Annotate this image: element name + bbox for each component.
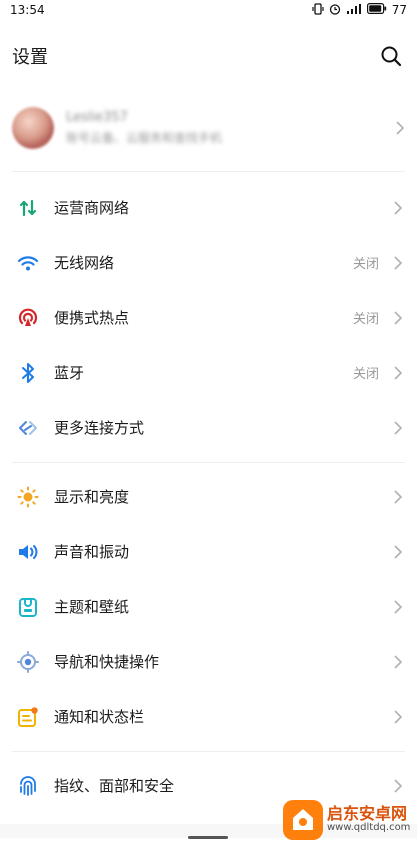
- settings-row-mobile-network[interactable]: 运营商网络: [0, 180, 417, 235]
- wifi-icon: [16, 251, 40, 275]
- chevron-right-icon: [393, 599, 403, 614]
- page-header: 设置: [0, 36, 417, 76]
- sound-icon: [16, 540, 40, 564]
- profile-name: Leslie357: [66, 110, 128, 125]
- row-value: 关闭: [352, 257, 379, 272]
- more-connections-icon: [16, 416, 40, 440]
- settings-row-more-connections[interactable]: 更多连接方式: [0, 400, 417, 455]
- chevron-right-icon: [393, 255, 403, 270]
- row-label: 蓝牙: [54, 364, 85, 382]
- avatar: [12, 107, 54, 149]
- notification-icon: [16, 705, 40, 729]
- chevron-right-icon: [393, 489, 403, 504]
- watermark-url: www.qdltdq.com: [327, 822, 411, 834]
- mobile-network-icon: [16, 196, 40, 220]
- row-label: 显示和亮度: [54, 488, 130, 506]
- profile-subtitle: 账号云备、云服务和查找手机: [66, 131, 223, 145]
- chevron-right-icon: [393, 365, 403, 380]
- chevron-right-icon: [393, 200, 403, 215]
- chevron-right-icon: [395, 121, 405, 135]
- profile-text: Leslie357 账号云备、云服务和查找手机: [66, 110, 395, 146]
- navigation-icon: [16, 650, 40, 674]
- settings-row-notifications[interactable]: 通知和状态栏: [0, 689, 417, 744]
- page-title: 设置: [12, 47, 48, 68]
- chevron-right-icon: [393, 778, 403, 793]
- battery-level: 77: [391, 3, 407, 17]
- row-label: 运营商网络: [54, 199, 130, 217]
- search-icon[interactable]: [379, 44, 403, 68]
- status-time: 13:54: [10, 3, 45, 17]
- hotspot-icon: [16, 306, 40, 330]
- divider: [12, 751, 405, 752]
- settings-row-theme[interactable]: 主题和壁纸: [0, 579, 417, 634]
- battery-icon: [366, 3, 387, 17]
- chevron-right-icon: [393, 709, 403, 724]
- chevron-right-icon: [393, 654, 403, 669]
- row-label: 更多连接方式: [54, 419, 145, 437]
- home-indicator[interactable]: [188, 836, 228, 839]
- row-label: 通知和状态栏: [54, 708, 145, 726]
- settings-row-display[interactable]: 显示和亮度: [0, 469, 417, 524]
- chevron-right-icon: [393, 544, 403, 559]
- settings-row-navigation[interactable]: 导航和快捷操作: [0, 634, 417, 689]
- row-label: 声音和振动: [54, 543, 130, 561]
- settings-row-hotspot[interactable]: 便携式热点 关闭: [0, 290, 417, 345]
- settings-row-wifi[interactable]: 无线网络 关闭: [0, 235, 417, 290]
- status-bar: 13:54 77: [0, 0, 417, 20]
- row-label: 无线网络: [54, 254, 115, 272]
- chevron-right-icon: [393, 310, 403, 325]
- vibrate-icon: [312, 2, 324, 18]
- chevron-right-icon: [393, 420, 403, 435]
- divider: [12, 171, 405, 172]
- watermark-name: 启东安卓网: [327, 804, 408, 824]
- status-icons: 77: [312, 2, 407, 18]
- theme-icon: [16, 595, 40, 619]
- row-label: 主题和壁纸: [54, 598, 130, 616]
- brightness-icon: [16, 485, 40, 509]
- watermark-text: 启东安卓网 www.qdltdq.com: [327, 806, 410, 833]
- row-value: 关闭: [352, 312, 379, 327]
- alarm-icon: [329, 3, 341, 18]
- row-value: 关闭: [352, 367, 379, 382]
- watermark-logo-icon: [283, 800, 323, 840]
- row-label: 便携式热点: [54, 309, 130, 327]
- row-label: 指纹、面部和安全: [54, 777, 175, 795]
- settings-row-bluetooth[interactable]: 蓝牙 关闭: [0, 345, 417, 400]
- settings-row-sound[interactable]: 声音和振动: [0, 524, 417, 579]
- signal-icon: [346, 3, 362, 18]
- divider: [12, 462, 405, 463]
- row-label: 导航和快捷操作: [54, 653, 160, 671]
- watermark: 启东安卓网 www.qdltdq.com: [283, 798, 413, 842]
- account-profile[interactable]: Leslie357 账号云备、云服务和查找手机: [0, 98, 417, 158]
- fingerprint-icon: [16, 774, 40, 798]
- bluetooth-icon: [16, 361, 40, 385]
